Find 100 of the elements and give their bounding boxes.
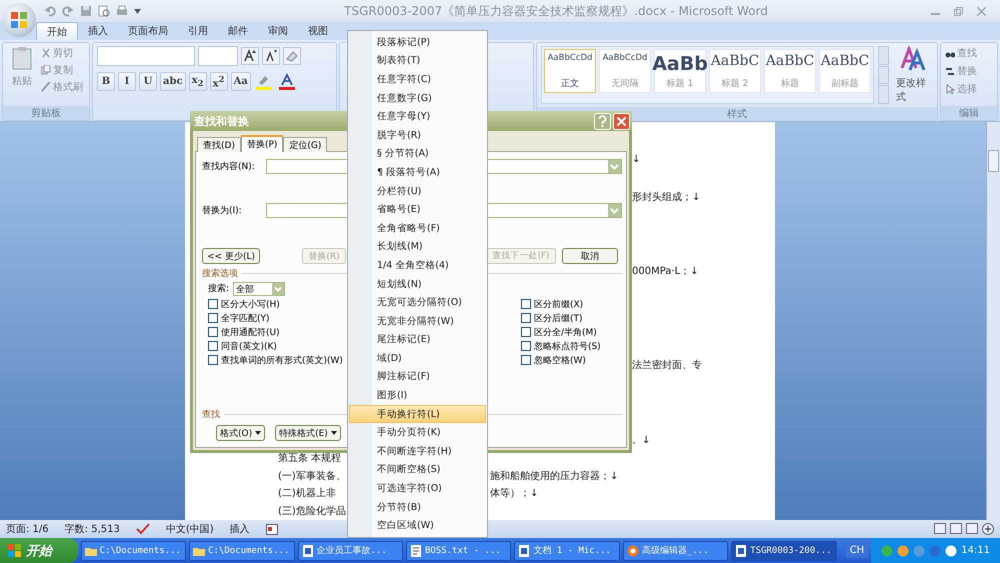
checkbox[interactable]: [208, 355, 218, 365]
font-name-field[interactable]: [97, 46, 195, 66]
menu-item[interactable]: 全角省略号(F): [349, 218, 486, 238]
help-icon[interactable]: [594, 112, 611, 130]
checkbox[interactable]: [520, 341, 531, 351]
spellcheck-icon[interactable]: [136, 523, 150, 535]
taskbar-button[interactable]: 文档 1 - Mic...: [514, 540, 620, 560]
taskbar-button[interactable]: 企业员工事故...: [298, 540, 403, 560]
menu-item[interactable]: 任意字母(Y): [349, 107, 486, 126]
menu-item[interactable]: 省略号(E): [349, 200, 486, 219]
format-button[interactable]: Aa: [230, 72, 251, 91]
dialog-button[interactable]: 特殊格式(E): [275, 425, 341, 441]
menu-item[interactable]: 短划线(N): [349, 274, 486, 294]
checkbox[interactable]: [208, 313, 218, 323]
style-tile[interactable]: AaBbCcDd 无间隔: [599, 49, 651, 93]
macro-icon[interactable]: [266, 524, 278, 534]
menu-item[interactable]: 无宽可选分隔符(O): [349, 293, 486, 312]
ribbon-tab[interactable]: 审阅: [258, 22, 298, 40]
taskbar-button[interactable]: 高级编辑器_...: [622, 540, 728, 560]
checkbox[interactable]: [520, 299, 531, 309]
ribbon-tab[interactable]: 插入: [78, 22, 118, 40]
ribbon-tab[interactable]: 视图: [298, 22, 338, 40]
format-button[interactable]: U: [139, 72, 157, 91]
menu-item[interactable]: 尾注标记(E): [349, 330, 486, 350]
menu-item[interactable]: 分节符(B): [349, 498, 486, 516]
taskbar-button[interactable]: TSGR0003-200...: [731, 540, 837, 560]
style-tile[interactable]: AaBbC 标题 2: [709, 49, 761, 93]
status-item[interactable]: 中文(中国): [166, 522, 214, 536]
checkbox[interactable]: [208, 299, 218, 309]
style-tile[interactable]: AaBbCcDd 正文: [544, 49, 596, 93]
close-icon[interactable]: [977, 6, 986, 16]
menu-item[interactable]: 无宽非分隔符(W): [349, 312, 486, 330]
status-item[interactable]: 插入: [230, 522, 250, 536]
style-tile[interactable]: AaBbC 标题: [764, 49, 816, 93]
dialog-button[interactable]: << 更少(L): [202, 248, 260, 264]
dialog-tab[interactable]: 替换(P): [240, 135, 284, 152]
print-icon[interactable]: [116, 5, 128, 17]
redo-icon[interactable]: [62, 5, 74, 17]
save-icon[interactable]: [80, 5, 92, 17]
dialog-button[interactable]: 取消: [562, 248, 618, 264]
menu-item[interactable]: 不间断空格(S): [349, 460, 486, 480]
undo-icon[interactable]: [44, 5, 56, 17]
format-button[interactable]: x$^{2}$: [210, 72, 228, 91]
format-button[interactable]: abc: [160, 72, 186, 91]
menu-item[interactable]: 脚注标记(F): [349, 368, 486, 386]
styles-icon[interactable]: [900, 46, 926, 72]
taskbar-button[interactable]: BOSS.txt - ...: [406, 540, 512, 560]
format-button[interactable]: I: [118, 72, 136, 91]
ribbon-tab[interactable]: 页面布局: [118, 22, 178, 40]
status-item[interactable]: 页面: 1/6: [6, 522, 49, 536]
view-icon[interactable]: [966, 523, 978, 534]
menu-item[interactable]: 分栏符(U): [349, 182, 486, 200]
menu-item[interactable]: 任意数字(G): [349, 88, 486, 108]
dialog-tab[interactable]: 查找(D): [197, 137, 241, 152]
menu-item[interactable]: 手动换行符(L): [349, 404, 486, 424]
menu-item[interactable]: 1/4 全角空格(4): [349, 256, 486, 275]
language-indicator[interactable]: CH: [846, 543, 868, 558]
print-preview-icon[interactable]: [98, 5, 110, 17]
style-tile[interactable]: AaBb 标题 1: [654, 49, 706, 93]
checkbox[interactable]: [520, 355, 531, 365]
search-dropdown[interactable]: 全部: [233, 282, 286, 296]
vertical-scrollbar[interactable]: [986, 122, 1000, 520]
checkbox[interactable]: [208, 341, 218, 351]
menu-item[interactable]: 手动分页符(K): [349, 423, 486, 442]
ribbon-tab[interactable]: 引用: [178, 22, 218, 40]
clipboard-icon[interactable]: [12, 46, 32, 70]
taskbar-button[interactable]: C:\Documents...: [80, 540, 186, 560]
ribbon-tab[interactable]: 开始: [36, 22, 78, 40]
menu-item[interactable]: 制表符(T): [349, 52, 486, 70]
style-tile[interactable]: AaBbC 副标题: [819, 49, 871, 93]
font-size-field[interactable]: [198, 46, 238, 66]
checkbox[interactable]: [208, 327, 218, 337]
menu-item[interactable]: 可选连字符(O): [349, 479, 486, 498]
checkbox[interactable]: [520, 327, 531, 337]
menu-item[interactable]: § 分节符(A): [349, 144, 486, 164]
format-button[interactable]: x$_{2}$: [188, 72, 207, 91]
grow-font-icon[interactable]: [241, 47, 259, 65]
menu-item[interactable]: 图形(I): [349, 386, 486, 405]
dialog-tab[interactable]: 定位(G): [283, 137, 328, 152]
ribbon-tab[interactable]: 邮件: [218, 22, 258, 40]
change-styles-button[interactable]: 更改样式: [896, 76, 930, 104]
zoom-in-icon[interactable]: [982, 523, 994, 535]
view-icon[interactable]: [934, 523, 946, 534]
maximize-icon[interactable]: [954, 6, 963, 16]
menu-item[interactable]: 段落标记(P): [349, 33, 486, 52]
office-button[interactable]: [2, 3, 36, 37]
start-button[interactable]: 开始: [0, 538, 78, 563]
dialog-button[interactable]: 格式(O): [216, 425, 266, 441]
status-item[interactable]: 字数: 5,513: [64, 522, 120, 536]
menu-item[interactable]: 脱字号(R): [349, 126, 486, 145]
view-icon[interactable]: [950, 523, 962, 534]
font-color-icon[interactable]: [276, 72, 297, 90]
checkbox[interactable]: [520, 313, 531, 323]
menu-item[interactable]: 空白区域(W): [349, 516, 486, 536]
menu-item[interactable]: ¶ 段落符号(A): [349, 163, 486, 182]
menu-item[interactable]: 不间断连字符(H): [349, 442, 486, 461]
taskbar-button[interactable]: C:\Documents...: [189, 540, 294, 560]
menu-item[interactable]: 长划线(M): [349, 238, 486, 256]
shrink-font-icon[interactable]: [262, 47, 280, 65]
format-button[interactable]: B: [97, 72, 115, 91]
